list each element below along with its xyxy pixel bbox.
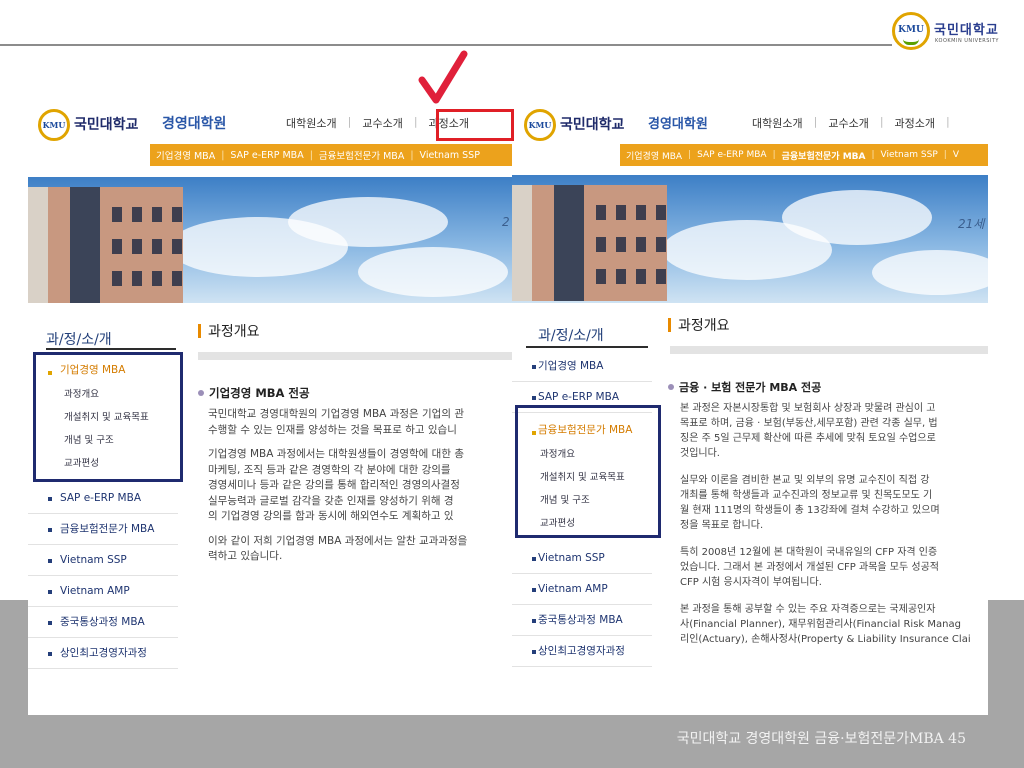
side-title-rule — [526, 346, 648, 348]
bullet-icon — [198, 390, 204, 396]
subnav-item[interactable]: Vietnam SSP — [420, 150, 480, 161]
gnb-faculty[interactable]: 교수소개 — [362, 115, 402, 131]
building-image — [512, 185, 667, 301]
site-univ-name: 국민대학교 — [560, 117, 625, 133]
side-menu-item[interactable]: SAP e-ERP MBA — [28, 483, 178, 514]
content-heading: 금융 · 보험 전문가 MBA 전공 — [668, 379, 821, 395]
side-menu-item[interactable]: 기업경영 MBA — [512, 351, 652, 382]
kmu-logo-name: 국민대학교 — [934, 23, 999, 38]
side-menu-item[interactable]: Vietnam AMP — [512, 574, 652, 605]
kmu-seal-icon: KMU — [892, 12, 930, 50]
side-menu-item[interactable]: 상인최고경영자과정 — [512, 636, 652, 667]
content-body: 국민대학교 경영대학원의 기업경영 MBA 과정은 기업의 관 수행할 수 있는 … — [208, 408, 468, 562]
title-band — [670, 346, 988, 354]
subnav-item[interactable]: SAP e-ERP MBA — [697, 150, 766, 160]
gnb-intro[interactable]: 대학원소개 — [286, 115, 337, 131]
banner-slogan: 2 — [502, 215, 510, 229]
hero-banner: 21세 — [512, 175, 988, 303]
side-menu-item[interactable]: 중국통상과정 MBA — [512, 605, 652, 636]
side-title: 과/정/소/개 — [538, 328, 604, 344]
side-menu-item[interactable]: Vietnam AMP — [28, 576, 178, 607]
bullet-icon — [668, 384, 674, 390]
banner-slogan: 21세 — [958, 217, 985, 231]
building-image — [28, 187, 183, 303]
kmu-logo-sub: KOOKMIN UNIVERSITY — [935, 38, 999, 44]
page-title: 과정개요 — [198, 321, 260, 341]
site-grad-name: 경영대학원 — [648, 117, 708, 132]
sub-nav: 기업경영 MBA | SAP e-ERP MBA | 금융보험전문가 MBA | Vi… — [620, 144, 988, 166]
side-menu-item[interactable]: 상인최고경영자과정 — [28, 638, 178, 669]
gnb-intro[interactable]: 대학원소개 — [752, 115, 803, 131]
subnav-item[interactable]: 기업경영 MBA — [156, 148, 215, 162]
kmu-seal-icon: KMU — [38, 109, 70, 141]
side-menu-item[interactable]: 금융보험전문가 MBA — [28, 514, 178, 545]
sub-nav: 기업경영 MBA | SAP e-ERP MBA | 금융보험전문가 MBA | Vi… — [150, 144, 512, 166]
subnav-item[interactable]: V — [953, 150, 959, 160]
slide-footer: 국민대학교 경영대학원 금융·보험전문가MBA 45 — [676, 731, 966, 747]
subnav-item[interactable]: Vietnam SSP — [881, 150, 938, 160]
content-heading: 기업경영 MBA 전공 — [198, 385, 310, 401]
subnav-item[interactable]: 금융보험전문가 MBA — [319, 148, 404, 162]
side-menu-item[interactable]: 중국통상과정 MBA — [28, 607, 178, 638]
content-body: 본 과정은 자본시장통합 및 보험회사 상장과 맞물려 관심이 고 목표로 하며,… — [680, 403, 971, 645]
title-band — [198, 352, 512, 360]
site-univ-name: 국민대학교 — [74, 117, 139, 133]
side-menu-item[interactable]: Vietnam SSP — [28, 545, 178, 576]
gnb-faculty[interactable]: 교수소개 — [828, 115, 868, 131]
side-menu-item[interactable]: Vietnam SSP — [512, 543, 652, 574]
subnav-item-current[interactable]: 금융보험전문가 MBA — [782, 149, 866, 162]
hero-banner: 2 — [28, 177, 512, 303]
side-title: 과/정/소/개 — [46, 332, 112, 348]
global-nav: 대학원소개 | 교수소개 | 과정소개 | — [752, 115, 950, 131]
slide-top-rule — [0, 44, 892, 46]
highlight-box-left-menu — [33, 352, 183, 482]
site-grad-name: 경영대학원 — [162, 116, 227, 132]
kmu-seal-icon: KMU — [524, 109, 556, 141]
side-title-rule — [46, 348, 176, 350]
subnav-item[interactable]: 기업경영 MBA — [626, 149, 682, 162]
kmu-logo: KMU 국민대학교 KOOKMIN UNIVERSITY — [892, 12, 1024, 52]
checkmark-icon — [418, 50, 468, 104]
subnav-item[interactable]: SAP e-ERP MBA — [230, 150, 303, 161]
highlight-box-right-menu — [515, 405, 661, 538]
page-title: 과정개요 — [668, 315, 730, 335]
highlight-box-program-menu — [436, 109, 514, 141]
gnb-program[interactable]: 과정소개 — [895, 115, 935, 131]
